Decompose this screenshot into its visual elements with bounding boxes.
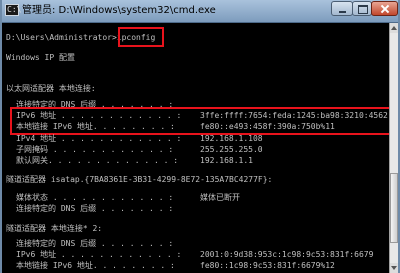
adapter-local-header: 以太网适配器 本地连接: <box>6 84 96 93</box>
link-local-label-2: 本地链接 IPv6 地址. . . . . . . . : <box>16 261 175 270</box>
ip-config-header: Windows IP 配置 <box>6 53 75 62</box>
prompt: D:\Users\Administrator> <box>6 33 117 42</box>
cmd-app-icon: C:\ <box>5 4 22 16</box>
console-output[interactable]: D:\Users\Administrator>ipconfig Windows … <box>2 23 398 273</box>
ipv6-highlight-box <box>10 107 398 135</box>
maximize-button[interactable] <box>352 1 372 16</box>
minimize-button[interactable] <box>331 1 353 16</box>
command-highlight-box <box>118 27 164 47</box>
gateway-label: 默认网关. . . . . . . . . . . . . : <box>16 156 179 165</box>
title-bar[interactable]: C:\ 管理员: D:\Windows\system32\cmd.exe <box>2 0 398 23</box>
media-state-value: 媒体已断开 <box>200 193 240 202</box>
vertical-scrollbar[interactable] <box>389 23 398 273</box>
adapter-local2-header: 隧道适配器 本地连接* 2: <box>6 224 103 233</box>
close-button[interactable] <box>371 1 398 16</box>
link-local-value-2: fe80::1c98:9c53:831f:6679%12 <box>200 261 335 270</box>
scroll-up-arrow-icon[interactable] <box>390 23 398 33</box>
gateway-value: 192.168.1.1 <box>200 156 253 165</box>
adapter-isatap-header: 隧道适配器 isatap.{7BA8361E-3B31-4299-8E72-13… <box>6 175 273 184</box>
scroll-down-arrow-icon[interactable] <box>390 263 398 273</box>
cmd-window: C:\ 管理员: D:\Windows\system32\cmd.exe D:\… <box>0 0 400 273</box>
scroll-thumb[interactable] <box>390 173 398 243</box>
dns-suffix-line-2: 连接特定的 DNS 后缀 . . . . . . . : <box>16 204 174 213</box>
window-title: 管理员: D:\Windows\system32\cmd.exe <box>22 5 216 16</box>
